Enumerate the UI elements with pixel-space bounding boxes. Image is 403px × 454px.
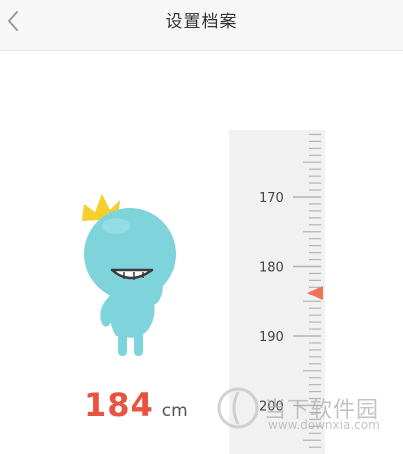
app-screen: 设置档案 184 cm 170 180 190 200 当下软件园 www.do… (0, 0, 403, 454)
top-bar: 设置档案 (0, 0, 403, 51)
height-value: 184 (84, 386, 154, 424)
ruler-label: 170 (259, 191, 284, 206)
watermark: 当下软件园 www.downxia.com (216, 378, 380, 442)
mascot-illustration (82, 194, 176, 356)
ruler-label: 190 (259, 330, 284, 345)
watermark-url: www.downxia.com (268, 418, 380, 432)
watermark-logo-icon (217, 387, 259, 429)
page-title: 设置档案 (165, 12, 238, 32)
height-unit: cm (161, 401, 188, 421)
ruler-pointer-icon (307, 286, 323, 300)
height-readout: 184 cm (84, 386, 188, 430)
ruler-label: 180 (259, 261, 284, 276)
